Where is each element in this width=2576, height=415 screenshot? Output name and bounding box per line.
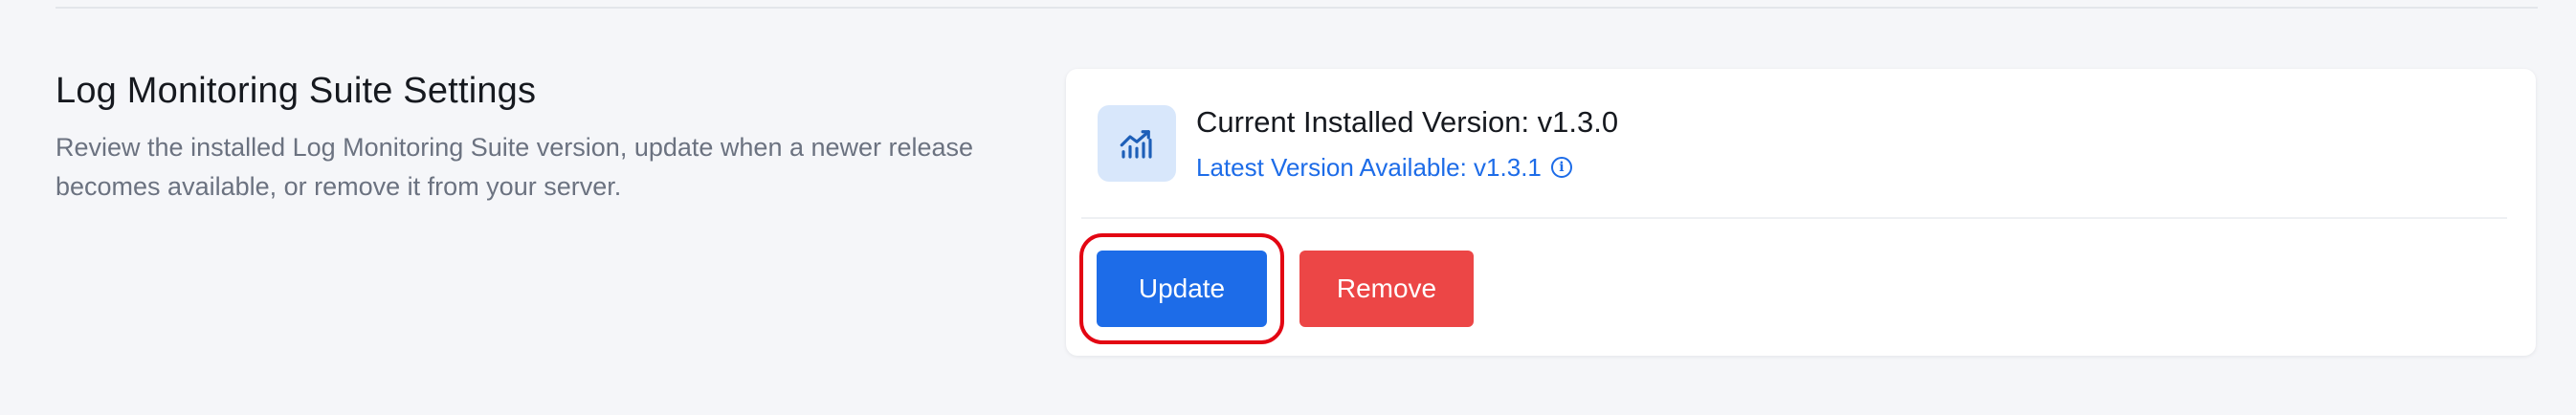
top-divider [56,7,2538,9]
latest-version: Latest Version Available: v1.3.1 [1196,153,1542,182]
current-version: Current Installed Version: v1.3.0 [1196,105,1619,139]
remove-button[interactable]: Remove [1299,251,1474,327]
section-info: Log Monitoring Suite Settings Review the… [56,69,1012,207]
info-icon[interactable]: i [1550,157,1572,178]
version-block: Current Installed Version: v1.3.0 Latest… [1196,103,1618,184]
section-title: Log Monitoring Suite Settings [56,71,537,111]
card-divider [1081,217,2507,219]
chart-trend-icon [1120,130,1152,159]
plugin-icon-tile [1098,105,1176,182]
section-description: Review the installed Log Monitoring Suit… [56,133,974,201]
plugin-card: Current Installed Version: v1.3.0 Latest… [1066,69,2536,356]
latest-version-row: Latest Version Available: v1.3.1 i [1196,151,1618,184]
action-buttons: Update Remove [1079,233,1474,344]
update-button[interactable]: Update [1079,233,1284,344]
